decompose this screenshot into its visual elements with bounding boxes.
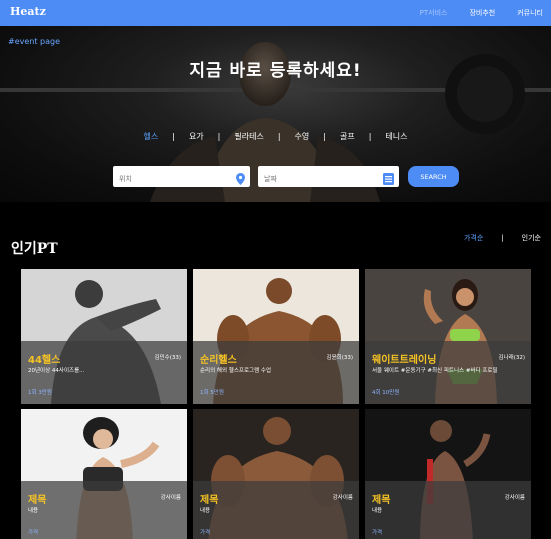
card-description: 서울 웨이트 #운동기구 #최신 피트니스 #바디 프로필: [372, 368, 498, 374]
card-description: 순리의 해외 헬스프로그램 수업: [200, 368, 272, 374]
nav-link-community[interactable]: 커뮤니티: [517, 8, 543, 18]
card-trainer: 김윤희(33): [326, 355, 353, 361]
card-price: 1회 5만원: [200, 390, 224, 396]
card-info-panel: 44헬스 김민수(33) 20년이상 44사이즈를... 1회 3만원: [21, 341, 187, 404]
event-tag[interactable]: #event page: [8, 37, 60, 46]
pt-card[interactable]: 제목 강사이름 내용 가격: [193, 409, 359, 539]
hero-title: 지금 바로 등록하세요!: [189, 61, 362, 81]
card-price: 가격: [200, 530, 211, 536]
hero-banner: #event page 지금 바로 등록하세요! 헬스 | 요가 | 필라테스 …: [0, 26, 551, 202]
calendar-list-icon[interactable]: [383, 170, 394, 189]
card-price: 1회 3만원: [28, 390, 52, 396]
card-title: 44헬스: [28, 355, 61, 366]
location-input[interactable]: [113, 168, 250, 190]
category-divider: |: [172, 132, 175, 141]
card-description: 내용: [28, 508, 39, 514]
card-info-panel: 웨이트트레이닝 김나래(32) 서울 웨이트 #운동기구 #최신 피트니스 #바…: [365, 341, 531, 404]
card-description: 내용: [200, 508, 211, 514]
card-price: 4회 10만원: [372, 390, 400, 396]
location-pin-icon[interactable]: [236, 170, 245, 189]
pt-card[interactable]: 제목 강사이름 내용 가격: [21, 409, 187, 539]
date-search-box: [258, 166, 399, 190]
card-description: 내용: [372, 508, 383, 514]
pt-card[interactable]: 제목 강사이름 내용 가격: [365, 409, 531, 539]
location-search-box: [113, 166, 250, 190]
top-navbar: Heatz PT서비스 장비추천 커뮤니티: [0, 0, 551, 26]
card-title: 순리헬스: [200, 355, 237, 366]
nav-links: PT서비스 장비추천 커뮤니티: [420, 0, 543, 26]
card-trainer: 강사이름: [332, 495, 353, 501]
card-title: 제목: [28, 495, 47, 506]
category-divider: |: [323, 132, 326, 141]
category-tab-yoga[interactable]: 요가: [189, 131, 204, 142]
pt-card[interactable]: 44헬스 김민수(33) 20년이상 44사이즈를... 1회 3만원: [21, 269, 187, 404]
sort-options: 가격순 | 인기순: [464, 233, 541, 243]
pt-card[interactable]: 웨이트트레이닝 김나래(32) 서울 웨이트 #운동기구 #최신 피트니스 #바…: [365, 269, 531, 404]
card-title: 제목: [200, 495, 219, 506]
card-description: 20년이상 44사이즈를...: [28, 368, 85, 374]
date-input[interactable]: [258, 168, 399, 190]
card-title: 제목: [372, 495, 391, 506]
card-trainer: 김나래(32): [498, 355, 525, 361]
category-divider: |: [217, 132, 221, 141]
category-divider: |: [277, 132, 281, 141]
card-trainer: 강사이름: [160, 495, 181, 501]
nav-link-equipment[interactable]: 장비추천: [469, 8, 495, 18]
pt-card-grid: 44헬스 김민수(33) 20년이상 44사이즈를... 1회 3만원 순리헬스…: [21, 269, 531, 539]
card-trainer: 김민수(33): [154, 355, 181, 361]
sort-by-popularity[interactable]: 인기순: [522, 233, 541, 243]
card-info-panel: 순리헬스 김윤희(33) 순리의 해외 헬스프로그램 수업 1회 5만원: [193, 341, 359, 404]
nav-link-pt-service[interactable]: PT서비스: [420, 8, 448, 18]
pt-card[interactable]: 순리헬스 김윤희(33) 순리의 해외 헬스프로그램 수업 1회 5만원: [193, 269, 359, 404]
section-title-popular-pt: 인기PT: [11, 241, 58, 257]
card-info-panel: 제목 강사이름 내용 가격: [21, 481, 187, 539]
card-title: 웨이트트레이닝: [372, 355, 437, 366]
category-tab-health[interactable]: 헬스: [144, 131, 159, 142]
card-info-panel: 제목 강사이름 내용 가격: [365, 481, 531, 539]
category-tab-swimming[interactable]: 수영: [295, 131, 310, 142]
sort-by-price[interactable]: 가격순: [464, 233, 483, 243]
sort-divider: |: [501, 234, 504, 242]
card-price: 가격: [372, 530, 383, 536]
category-tab-tennis[interactable]: 테니스: [385, 131, 407, 142]
search-button[interactable]: SEARCH: [408, 166, 459, 187]
card-price: 가격: [28, 530, 39, 536]
category-tab-golf[interactable]: 골프: [340, 131, 355, 142]
category-tabs: 헬스 | 요가 | 필라테스 | 수영 | 골프 | 테니스: [0, 131, 551, 142]
category-divider: |: [368, 132, 372, 141]
card-trainer: 강사이름: [504, 495, 525, 501]
brand-logo[interactable]: Heatz: [10, 5, 46, 18]
card-info-panel: 제목 강사이름 내용 가격: [193, 481, 359, 539]
category-tab-pilates[interactable]: 필라테스: [234, 131, 263, 142]
